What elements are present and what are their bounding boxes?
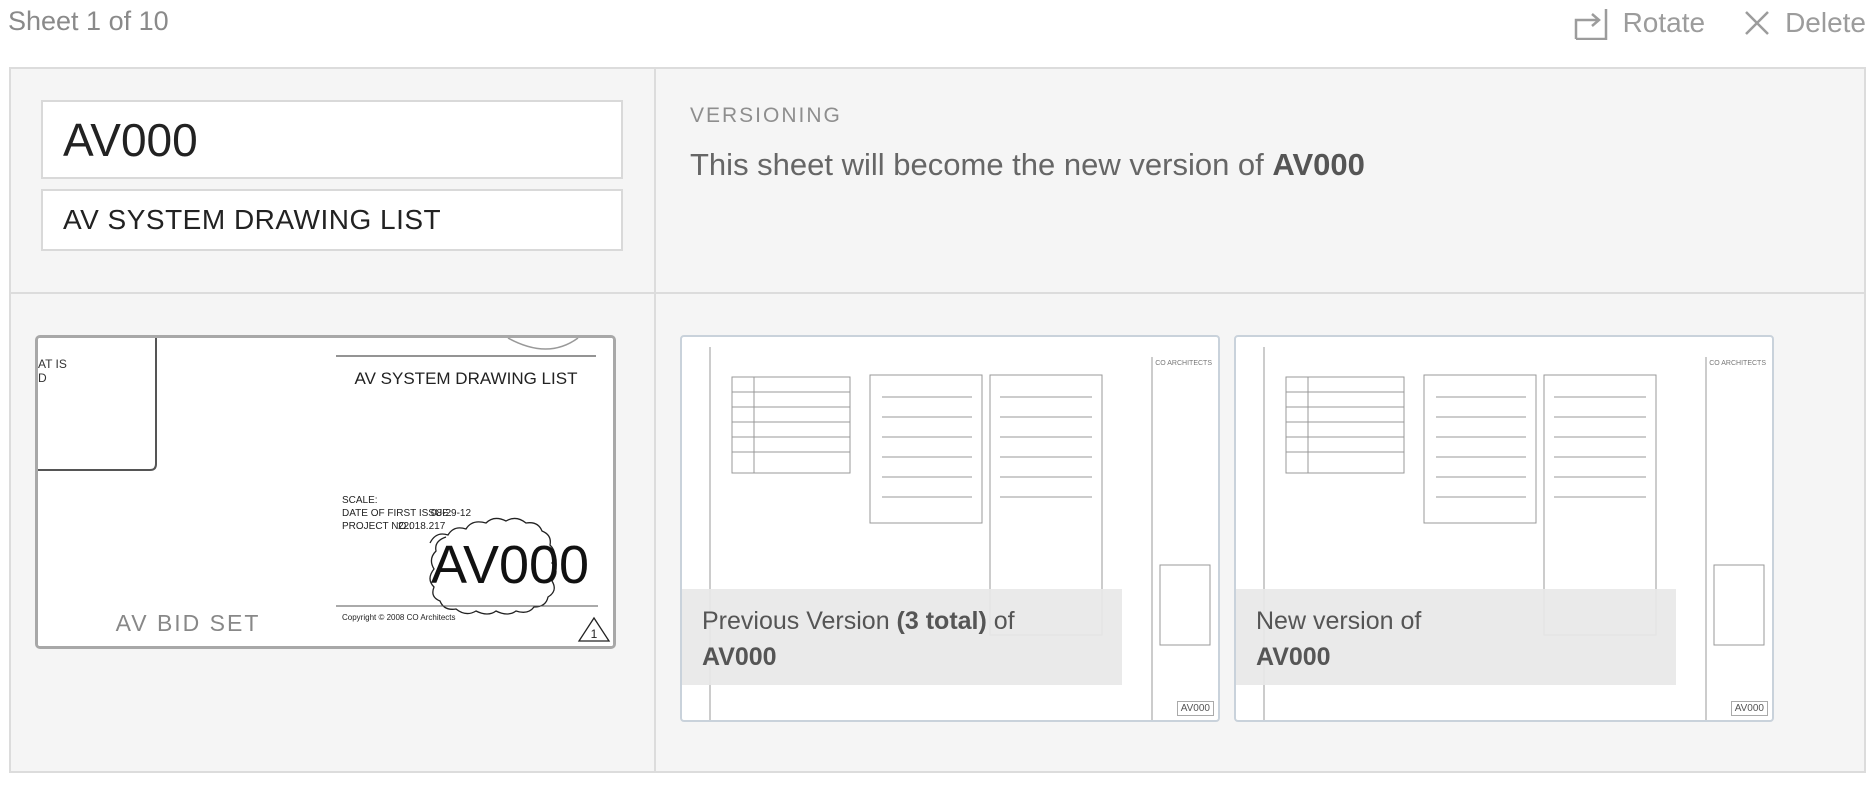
preview-title: AV SYSTEM DRAWING LIST xyxy=(355,369,578,388)
versioning-message-text: This sheet will become the new version o… xyxy=(690,147,1273,182)
top-actions: Rotate Delete xyxy=(1573,0,1866,46)
previous-version-suffix: of xyxy=(986,607,1015,635)
previous-version-tag: AV000 xyxy=(1176,701,1214,716)
corner-text-2: D xyxy=(38,371,47,385)
sheet-panel: AV000 AV SYSTEM DRAWING LIST VERSIONING … xyxy=(9,67,1866,773)
preview-sheet-number: AV000 xyxy=(431,535,589,595)
versioning-heading: VERSIONING xyxy=(690,104,842,127)
vertical-divider xyxy=(654,69,656,771)
corner-text-1: AT IS xyxy=(38,357,67,371)
versioning-target: AV000 xyxy=(1272,147,1365,182)
sheet-title-value: AV SYSTEM DRAWING LIST xyxy=(63,204,442,235)
rotate-icon xyxy=(1573,6,1609,40)
new-version-text: New version of xyxy=(1256,607,1422,635)
sheet-number-value: AV000 xyxy=(63,113,198,166)
sheet-title-input[interactable]: AV SYSTEM DRAWING LIST xyxy=(41,189,623,251)
preview-project-value: 22018.217 xyxy=(398,521,446,532)
sheet-number-input[interactable]: AV000 xyxy=(41,100,623,179)
preview-copyright: Copyright © 2008 CO Architects xyxy=(342,613,456,622)
preview-scale-label: SCALE: xyxy=(342,495,378,506)
rotate-label: Rotate xyxy=(1622,7,1706,38)
delete-button[interactable]: Delete xyxy=(1743,7,1866,39)
new-version-tag: AV000 xyxy=(1730,701,1768,716)
new-version-card[interactable]: CO ARCHITECTS New version of AV000 AV000 xyxy=(1234,335,1774,722)
svg-text:CO ARCHITECTS: CO ARCHITECTS xyxy=(1709,360,1766,367)
horizontal-divider xyxy=(11,292,1864,294)
versioning-message: This sheet will become the new version o… xyxy=(690,147,1365,183)
previous-version-count: (3 total) xyxy=(896,607,987,635)
previous-version-text: Previous Version xyxy=(702,607,897,635)
sheet-counter: Sheet 1 of 10 xyxy=(8,6,169,36)
previous-version-sheet: AV000 xyxy=(702,643,777,671)
new-version-caption: New version of AV000 xyxy=(1236,589,1676,685)
preview-bid-set: AV BID SET xyxy=(116,610,261,636)
new-version-sheet: AV000 xyxy=(1256,643,1331,671)
preview-revision: 1 xyxy=(591,627,598,641)
preview-date-value: 08-29-12 xyxy=(431,508,471,519)
close-icon xyxy=(1743,9,1771,37)
previous-version-caption: Previous Version (3 total) of AV000 xyxy=(682,589,1122,685)
top-bar: Sheet 1 of 10 Rotate Delete xyxy=(0,0,1876,56)
svg-text:CO ARCHITECTS: CO ARCHITECTS xyxy=(1155,360,1212,367)
previous-version-card[interactable]: CO ARCHITECTS Previous Version (3 total)… xyxy=(680,335,1220,722)
delete-label: Delete xyxy=(1785,7,1866,38)
rotate-button[interactable]: Rotate xyxy=(1573,6,1706,40)
title-block-drawing: AT IS D AV SYSTEM DRAWING LIST SCALE: DA… xyxy=(38,338,613,646)
sheet-preview: AT IS D AV SYSTEM DRAWING LIST SCALE: DA… xyxy=(35,335,616,649)
